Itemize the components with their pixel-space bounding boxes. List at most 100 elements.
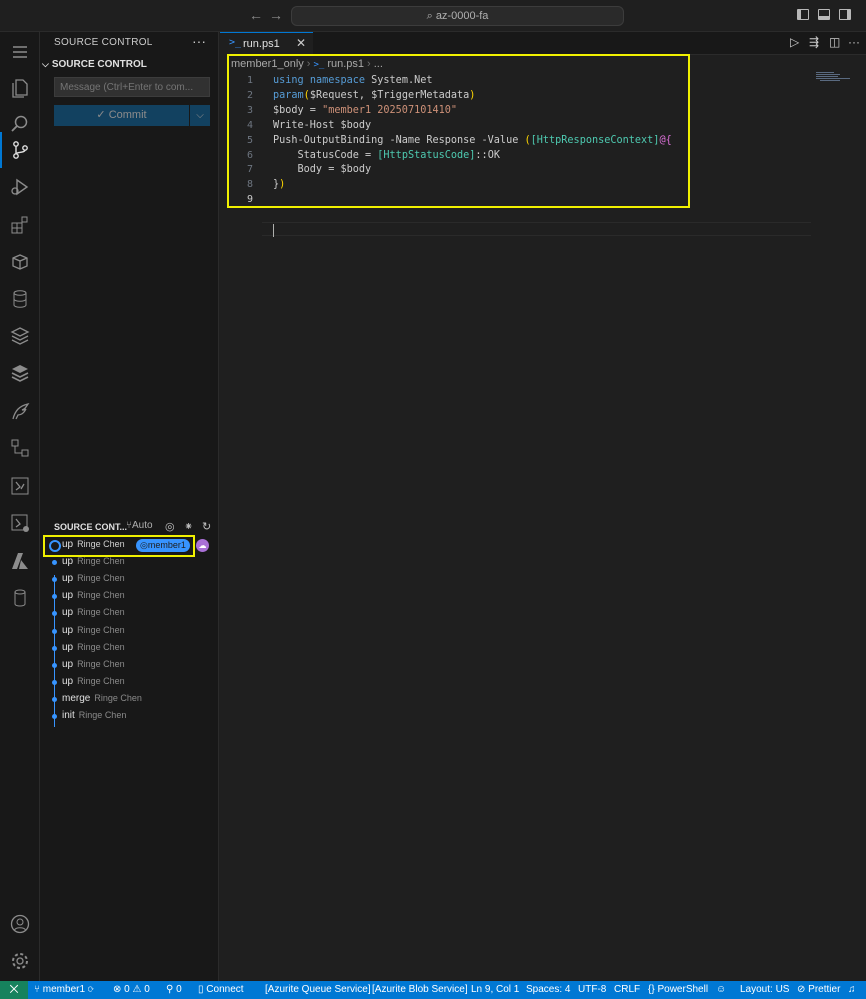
commit-dropdown-button[interactable]: ⌵: [190, 105, 210, 126]
graph-commit-row[interactable]: up Ringe Chen: [40, 658, 219, 675]
plug-icon: ▯: [198, 984, 204, 995]
commit-button[interactable]: ✓ Commit: [54, 105, 189, 126]
storage-icon[interactable]: [8, 586, 32, 610]
status-keyboard-layout[interactable]: Layout: US: [740, 984, 789, 995]
status-language[interactable]: {} PowerShell: [648, 984, 708, 995]
graph-section-header[interactable]: SOURCE CONT...: [54, 522, 127, 532]
commit-dot-icon: [52, 611, 57, 617]
commit-author: Ringe Chen: [77, 624, 125, 635]
error-count: 0: [124, 984, 130, 995]
target-icon[interactable]: ◎: [165, 520, 175, 533]
commit-message-text: merge: [62, 692, 91, 704]
status-ports[interactable]: ⚲ 0: [166, 984, 182, 995]
forward-arrow-icon[interactable]: →: [269, 7, 283, 23]
commit-dot-icon: [52, 714, 57, 719]
toggle-primary-sidebar-icon[interactable]: [797, 9, 809, 20]
status-cursor-position[interactable]: Ln 9, Col 1: [471, 984, 519, 995]
commit-message: init Ringe Chen: [62, 710, 126, 721]
status-problems[interactable]: ⊗ 0 ⚠ 0: [113, 984, 150, 995]
commit-message-text: up: [62, 556, 74, 568]
status-indentation[interactable]: Spaces: 4: [526, 984, 570, 995]
branch-icon: ⑂: [34, 984, 40, 995]
wing-icon[interactable]: [8, 399, 32, 423]
graph-commit-row[interactable]: merge Ringe Chen: [40, 692, 219, 709]
commit-message-input[interactable]: [54, 77, 210, 97]
commit-message: up Ringe Chen: [62, 659, 125, 670]
azure-icon[interactable]: [8, 549, 32, 573]
sparkle-icon[interactable]: ⁕: [184, 520, 193, 533]
azure-resource-icon[interactable]: [8, 511, 32, 535]
error-icon: ⊗: [113, 984, 122, 995]
status-bar: ⨉ ⑂ member1 ⟳ ⊗ 0 ⚠ 0 ⚲ 0 ▯ Connect [Azu…: [0, 981, 866, 999]
close-icon[interactable]: ✕: [296, 36, 306, 50]
remote-explorer-icon[interactable]: [8, 250, 32, 274]
auto-branch-picker[interactable]: ⑂Auto: [126, 520, 153, 531]
commit-author: Ringe Chen: [77, 607, 125, 618]
commit-message: up Ringe Chen: [62, 556, 125, 567]
status-prettier[interactable]: ⊘ Prettier: [797, 984, 840, 995]
extensions-icon[interactable]: [8, 213, 32, 237]
run-debug-icon[interactable]: [8, 175, 32, 199]
commit-dot-icon: [52, 645, 57, 651]
commit-highlight-box: [43, 535, 195, 557]
graph-commit-row[interactable]: up Ringe Chen: [40, 641, 219, 658]
run-icon[interactable]: ▷: [790, 35, 799, 49]
source-control-icon[interactable]: [8, 138, 32, 162]
status-connect[interactable]: ▯ Connect: [198, 984, 244, 995]
azure-functions-icon[interactable]: [8, 474, 32, 498]
search-view-icon[interactable]: [8, 112, 32, 136]
commit-message-text: up: [62, 675, 74, 687]
status-eol[interactable]: CRLF: [614, 984, 640, 995]
layers-icon[interactable]: [8, 324, 32, 348]
commit-message: merge Ringe Chen: [62, 693, 142, 704]
tab-run-ps1[interactable]: >_ run.ps1 ✕: [220, 32, 313, 55]
commit-author: Ringe Chen: [77, 590, 125, 601]
diff-icon[interactable]: ⇶: [809, 35, 819, 49]
commit-author: Ringe Chen: [77, 675, 125, 686]
antenna-icon: ⚲: [166, 984, 174, 995]
remote-indicator-icon[interactable]: ⨉: [0, 981, 28, 999]
command-center-search[interactable]: ⌕ az-0000-fa: [291, 6, 624, 26]
section-label: SOURCE CONTROL: [51, 59, 147, 70]
split-editor-icon[interactable]: ◫: [829, 35, 840, 49]
refresh-icon[interactable]: ↻: [202, 520, 211, 533]
toggle-secondary-sidebar-icon[interactable]: [839, 9, 851, 20]
commit-message-text: up: [62, 607, 74, 619]
graph-commit-row[interactable]: up Ringe Chen: [40, 606, 219, 623]
commit-dot-icon: [52, 679, 57, 685]
graph-commit-row[interactable]: up Ringe Chen: [40, 572, 219, 589]
text-caret: [273, 224, 274, 237]
status-encoding[interactable]: UTF-8: [578, 984, 606, 995]
menu-icon[interactable]: [8, 40, 32, 64]
stack-icon[interactable]: [8, 361, 32, 385]
tab-label: run.ps1: [243, 38, 280, 50]
database-icon[interactable]: [8, 287, 32, 311]
commit-message: up Ringe Chen: [62, 676, 125, 687]
status-azurite-blob[interactable]: [Azurite Blob Service]: [372, 984, 468, 995]
commit-message: up Ringe Chen: [62, 607, 125, 618]
graph-commit-row[interactable]: up Ringe Chen: [40, 555, 219, 572]
account-icon[interactable]: [8, 912, 32, 936]
commit-author: Ringe Chen: [77, 658, 125, 669]
status-branch[interactable]: ⑂ member1 ⟳: [34, 984, 94, 995]
more-actions-icon[interactable]: ···: [848, 35, 860, 49]
explorer-icon[interactable]: [8, 76, 32, 100]
copilot-icon[interactable]: ☺: [716, 984, 726, 995]
more-actions-icon[interactable]: ···: [192, 33, 206, 49]
commit-dot-icon: [52, 560, 57, 566]
source-control-section-header[interactable]: ⌵ SOURCE CONTROL: [42, 59, 147, 70]
graph-commit-row[interactable]: up Ringe Chen: [40, 624, 219, 641]
minimap[interactable]: [816, 72, 851, 82]
settings-gear-icon[interactable]: [8, 949, 32, 973]
notifications-bell-icon[interactable]: ♫: [848, 984, 856, 995]
graph-commit-row[interactable]: init Ringe Chen: [40, 709, 219, 726]
graph-commit-row[interactable]: up Ringe Chen: [40, 589, 219, 606]
graph-commit-row[interactable]: up Ringe Chen: [40, 675, 219, 692]
back-arrow-icon[interactable]: ←: [249, 7, 263, 23]
status-azurite-queue[interactable]: [Azurite Queue Service]: [265, 984, 371, 995]
current-line-highlight: [262, 222, 811, 236]
source-control-sidebar: SOURCE CONTROL ··· ⌵SOURCE CONTROL ✓ Com…: [40, 32, 219, 981]
toggle-panel-icon[interactable]: [818, 9, 830, 20]
commit-message-text: up: [62, 573, 74, 585]
nodes-icon[interactable]: [8, 436, 32, 460]
